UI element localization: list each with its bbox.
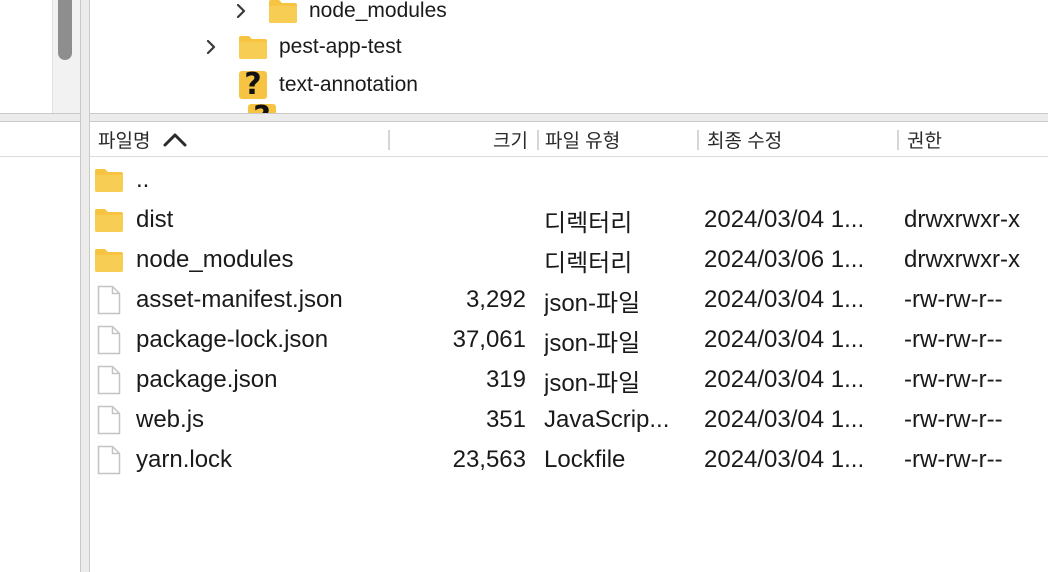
file-modified: 2024/03/04 1... xyxy=(704,206,865,233)
file-size: 319 xyxy=(485,366,526,393)
table-row[interactable]: node_modules 디렉터리 2024/03/06 1... drwxrw… xyxy=(90,240,1048,280)
tree-item-pest-app-test[interactable]: pest-app-test xyxy=(200,28,402,66)
column-separator[interactable] xyxy=(697,130,699,150)
chevron-right-icon[interactable] xyxy=(230,0,252,22)
file-type: json-파일 xyxy=(544,369,641,397)
folder-icon xyxy=(93,240,125,280)
file-size xyxy=(436,160,526,200)
chevron-right-icon[interactable] xyxy=(200,36,222,58)
file-name: yarn.lock xyxy=(136,446,233,473)
file-list[interactable]: 파일명 크기 파일 유형 최종 수정 권한 .. dist 디렉터리 2024/… xyxy=(90,122,1048,572)
file-name: .. xyxy=(136,166,150,193)
file-type: Lockfile xyxy=(544,446,626,473)
file-icon xyxy=(93,360,125,400)
file-name: node_modules xyxy=(136,246,294,273)
column-header-modified[interactable]: 최종 수정 xyxy=(707,122,782,157)
column-separator[interactable] xyxy=(897,130,899,150)
file-modified: 2024/03/04 1... xyxy=(704,326,865,353)
file-list-body[interactable]: .. dist 디렉터리 2024/03/04 1... drwxrwxr-x xyxy=(90,157,1048,480)
folder-icon xyxy=(93,200,125,240)
column-header-type[interactable]: 파일 유형 xyxy=(545,122,620,157)
file-permissions: -rw-rw-r-- xyxy=(904,326,1003,353)
file-size: 37,061 xyxy=(452,326,526,353)
file-permissions xyxy=(904,160,1048,200)
file-modified: 2024/03/06 1... xyxy=(704,246,865,273)
file-type xyxy=(544,160,689,200)
file-permissions: -rw-rw-r-- xyxy=(904,406,1003,433)
tree-item-node-modules[interactable]: node_modules xyxy=(230,0,447,30)
sort-ascending-icon xyxy=(162,132,188,148)
file-permissions: -rw-rw-r-- xyxy=(904,446,1003,473)
file-size: 3,292 xyxy=(465,286,526,313)
file-permissions: drwxrwxr-x xyxy=(904,206,1020,233)
unknown-icon: ? xyxy=(238,70,268,100)
table-row[interactable]: package.json 319 json-파일 2024/03/04 1...… xyxy=(90,360,1048,400)
file-list-header: 파일명 크기 파일 유형 최종 수정 권한 xyxy=(90,122,1048,157)
vertical-splitter[interactable] xyxy=(80,0,90,572)
column-separator[interactable] xyxy=(537,130,539,150)
file-name: dist xyxy=(136,206,174,233)
file-size: 351 xyxy=(485,406,526,433)
table-row[interactable]: .. xyxy=(90,160,1048,200)
file-modified: 2024/03/04 1... xyxy=(704,366,865,393)
file-modified: 2024/03/04 1... xyxy=(704,286,865,313)
file-name: asset-manifest.json xyxy=(136,286,343,313)
tree-item-text-annotation[interactable]: ? text-annotation xyxy=(200,66,418,104)
column-header-size[interactable]: 크기 xyxy=(390,122,528,157)
table-row[interactable]: package-lock.json 37,061 json-파일 2024/03… xyxy=(90,320,1048,360)
column-header-name[interactable]: 파일명 xyxy=(98,122,188,157)
file-name: package.json xyxy=(136,366,278,393)
file-icon xyxy=(93,320,125,360)
file-modified: 2024/03/04 1... xyxy=(704,406,865,433)
table-row[interactable]: asset-manifest.json 3,292 json-파일 2024/0… xyxy=(90,280,1048,320)
left-list-pane[interactable] xyxy=(0,122,80,572)
file-modified: 2024/03/04 1... xyxy=(704,446,865,473)
file-size xyxy=(436,240,526,280)
file-permissions: drwxrwxr-x xyxy=(904,246,1020,273)
file-permissions: -rw-rw-r-- xyxy=(904,286,1003,313)
file-permissions: -rw-rw-r-- xyxy=(904,366,1003,393)
file-name: package-lock.json xyxy=(136,326,329,353)
file-icon xyxy=(93,440,125,480)
file-icon xyxy=(93,280,125,320)
file-type: 디렉터리 xyxy=(544,209,633,237)
folder-icon xyxy=(93,160,125,200)
file-modified xyxy=(704,160,894,200)
file-icon xyxy=(93,400,125,440)
folder-icon xyxy=(238,34,268,60)
file-size: 23,563 xyxy=(452,446,526,473)
file-size xyxy=(436,200,526,240)
file-name: web.js xyxy=(136,406,205,433)
tree-item-label: node_modules xyxy=(309,0,447,22)
table-row[interactable]: web.js 351 JavaScrip... 2024/03/04 1... … xyxy=(90,400,1048,440)
directory-tree[interactable]: node_modules pest-app-test ? text-annota… xyxy=(90,0,1048,113)
file-type: 디렉터리 xyxy=(544,249,633,277)
file-manager-window: node_modules pest-app-test ? text-annota… xyxy=(0,0,1048,572)
file-type: JavaScrip... xyxy=(544,406,670,433)
column-header-permissions[interactable]: 권한 xyxy=(907,122,942,157)
horizontal-splitter[interactable] xyxy=(0,113,1048,122)
folder-icon xyxy=(268,0,298,24)
file-type: json-파일 xyxy=(544,329,641,357)
left-list-header-divider xyxy=(0,156,80,157)
table-row[interactable]: yarn.lock 23,563 Lockfile 2024/03/04 1..… xyxy=(90,440,1048,480)
file-type: json-파일 xyxy=(544,289,641,317)
unknown-icon: ? xyxy=(248,103,276,113)
tree-item-label: text-annotation xyxy=(279,73,418,96)
tree-item-label: pest-app-test xyxy=(279,35,402,58)
left-tree-scrollbar-thumb[interactable] xyxy=(58,0,72,60)
table-row[interactable]: dist 디렉터리 2024/03/04 1... drwxrwxr-x xyxy=(90,200,1048,240)
